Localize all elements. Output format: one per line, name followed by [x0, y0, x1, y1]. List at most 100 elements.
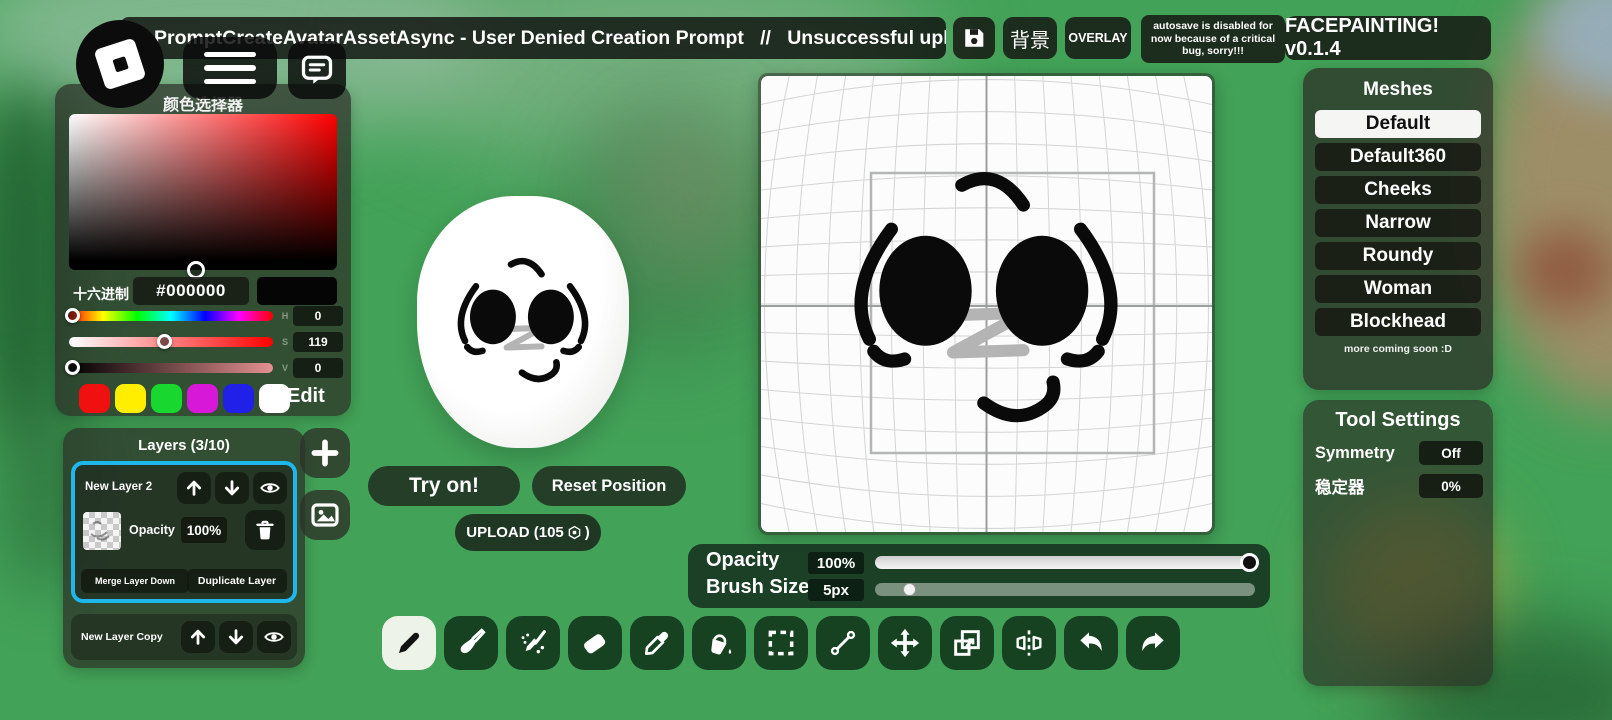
try-on-button[interactable]: Try on! [368, 466, 520, 506]
opacity-label: Opacity [706, 549, 780, 571]
drawing-canvas[interactable] [761, 76, 1212, 532]
tool-line-button[interactable] [816, 616, 870, 670]
upload-button[interactable]: UPLOAD (105 ) [455, 514, 601, 551]
meshes-list: Default Default360 Cheeks Narrow Roundy … [1303, 110, 1493, 336]
add-layer-button[interactable] [300, 428, 350, 478]
brush-size-label: Brush Size [706, 576, 810, 598]
layer-item-selected[interactable]: New Layer 2 Opacity 100% Merge Layer Dow… [71, 461, 297, 603]
meshes-title: Meshes [1363, 79, 1433, 100]
canvas-frame [758, 73, 1215, 535]
roblox-logo-icon [76, 20, 164, 108]
mesh-roundy-button[interactable]: Roundy [1315, 242, 1481, 270]
robux-icon [568, 525, 581, 540]
menu-button[interactable] [183, 37, 277, 99]
brush-size-value[interactable]: 5px [808, 579, 864, 601]
layer-delete-button[interactable] [245, 510, 285, 550]
tool-select-marquee-button[interactable] [754, 616, 808, 670]
mesh-blockhead-button[interactable]: Blockhead [1315, 308, 1481, 336]
redo-button[interactable] [1126, 616, 1180, 670]
tool-settings-panel: Tool Settings Symmetry Off 稳定器 0% [1303, 400, 1493, 686]
reset-position-button[interactable]: Reset Position [532, 466, 686, 506]
layer-move-up-button[interactable] [181, 621, 215, 653]
layer-item[interactable]: New Layer Copy [71, 614, 297, 660]
layer-move-down-button[interactable] [219, 621, 253, 653]
opacity-slider-knob[interactable] [1240, 553, 1259, 572]
swatch-yellow[interactable] [115, 384, 146, 413]
brush-size-slider[interactable] [875, 583, 1255, 596]
tools-toolbar [382, 616, 1180, 670]
tool-eraser-button[interactable] [568, 616, 622, 670]
hue-slider-label: H [281, 311, 289, 321]
line-tool-icon [830, 630, 856, 656]
swatch-white[interactable] [259, 384, 290, 413]
overlay-button[interactable]: OVERLAY [1065, 17, 1131, 59]
merge-layer-down-button[interactable]: Merge Layer Down [81, 569, 189, 593]
saturation-value-gradient[interactable] [69, 114, 337, 279]
brush-settings-panel: Opacity 100% Brush Size 5px [688, 544, 1270, 608]
chat-bubble-icon [301, 55, 333, 84]
undo-button[interactable] [1064, 616, 1118, 670]
import-image-button[interactable] [300, 490, 350, 540]
select-marquee-icon [768, 630, 794, 656]
tool-transform-button[interactable] [940, 616, 994, 670]
swatch-blue[interactable] [223, 384, 254, 413]
swatch-row [79, 384, 290, 413]
swatch-magenta[interactable] [187, 384, 218, 413]
layer-move-up-button[interactable] [177, 472, 211, 504]
mesh-woman-button[interactable]: Woman [1315, 275, 1481, 303]
tool-fill-bucket-button[interactable] [692, 616, 746, 670]
swatch-red[interactable] [79, 384, 110, 413]
hue-knob[interactable] [65, 308, 80, 323]
saturation-slider[interactable] [69, 334, 273, 349]
mesh-narrow-button[interactable]: Narrow [1315, 209, 1481, 237]
symmetry-row: Symmetry Off [1303, 441, 1493, 465]
tool-mirror-button[interactable] [1002, 616, 1056, 670]
edit-swatches-button[interactable]: Edit [287, 385, 325, 408]
save-button[interactable] [953, 17, 995, 59]
color-picker-panel: 颜色选择器 十六进制 #000000 H 0 S 119 V 0 Edit [55, 84, 351, 416]
tool-eyedropper-button[interactable] [630, 616, 684, 670]
floppy-disk-icon [965, 29, 984, 47]
layer-visibility-button[interactable] [253, 472, 287, 504]
background-button[interactable]: 背景 [1003, 17, 1057, 59]
opacity-slider[interactable] [875, 553, 1259, 572]
arrow-down-icon [224, 480, 240, 496]
saturation-value: 119 [293, 332, 343, 352]
painted-face-drawing [854, 172, 1118, 423]
mesh-default360-button[interactable]: Default360 [1315, 143, 1481, 171]
eyedropper-icon [645, 631, 669, 655]
opacity-value[interactable]: 100% [808, 552, 864, 574]
symmetry-toggle[interactable]: Off [1419, 441, 1483, 465]
mesh-cheeks-button[interactable]: Cheeks [1315, 176, 1481, 204]
layer-thumbnail[interactable] [83, 512, 121, 550]
airbrush-icon [521, 630, 546, 654]
hex-input[interactable]: #000000 [133, 277, 249, 305]
brush-size-slider-knob[interactable] [903, 583, 916, 596]
tool-airbrush-button[interactable] [506, 616, 560, 670]
stabilizer-value[interactable]: 0% [1419, 474, 1483, 498]
tool-pencil-button[interactable] [382, 616, 436, 670]
move-icon [890, 628, 920, 658]
duplicate-layer-button[interactable]: Duplicate Layer [187, 569, 287, 593]
layer-opacity-value[interactable]: 100% [181, 517, 227, 543]
value-value: 0 [293, 358, 343, 378]
value-slider[interactable] [65, 360, 273, 375]
eye-icon [264, 632, 284, 642]
layer-move-down-button[interactable] [215, 472, 249, 504]
layer-name: New Layer 2 [85, 481, 153, 493]
plus-icon [311, 439, 339, 467]
chat-button[interactable] [288, 41, 346, 99]
swatch-green[interactable] [151, 384, 182, 413]
eye-icon [260, 483, 280, 493]
mesh-default-button[interactable]: Default [1315, 110, 1481, 138]
tool-paintbrush-button[interactable] [444, 616, 498, 670]
value-slider-label: V [281, 363, 288, 373]
tool-move-button[interactable] [878, 616, 932, 670]
value-knob[interactable] [65, 360, 80, 375]
layer-opacity-label: Opacity [129, 523, 175, 537]
saturation-knob[interactable] [157, 334, 172, 349]
hamburger-icon [204, 51, 256, 58]
hue-slider[interactable] [65, 308, 273, 323]
layer-visibility-button[interactable] [257, 621, 291, 653]
layer-name: New Layer Copy [81, 631, 163, 643]
